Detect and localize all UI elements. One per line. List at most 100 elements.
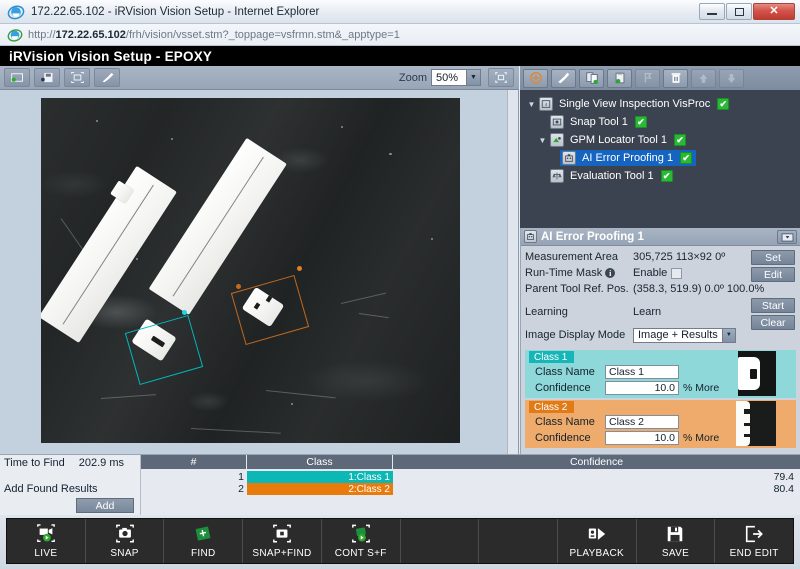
continuous-snap-find-icon (350, 523, 372, 545)
tree-item-snap-tool[interactable]: Snap Tool 1 ✔ (524, 113, 796, 131)
class-1-confidence-label: Confidence (535, 382, 605, 394)
measurement-area-set-button[interactable]: Set (751, 250, 795, 265)
info-icon[interactable]: i (605, 268, 615, 278)
maximize-button[interactable] (726, 3, 752, 20)
parent-tool-ref-pos-label: Parent Tool Ref. Pos. (525, 283, 633, 295)
result-index: 1 (141, 471, 247, 483)
end-edit-button[interactable]: END EDIT (715, 519, 793, 563)
image-pane[interactable] (0, 90, 519, 454)
svg-text:4: 4 (545, 102, 548, 107)
edit-tool-button[interactable] (551, 69, 576, 88)
eyedropper-button[interactable] (94, 68, 120, 87)
results-panel: Time to Find 202.9 ms Add Found Results … (0, 454, 800, 515)
minimize-button[interactable] (699, 3, 725, 20)
image-display-mode-select[interactable]: Image + Results ▼ (633, 328, 736, 343)
tree-item-evaluation-tool[interactable]: Evaluation Tool 1 ✔ (524, 167, 796, 185)
learning-clear-button[interactable]: Clear (751, 315, 795, 330)
empty-button-1[interactable] (401, 519, 480, 563)
live-label: LIVE (34, 548, 57, 559)
table-row[interactable]: 1 1:Class 1 79.4 (141, 471, 800, 483)
address-url[interactable]: http://172.22.65.102/frh/vision/vsset.st… (28, 29, 400, 41)
snap-image-button[interactable] (4, 68, 30, 87)
enabled-check-icon[interactable]: ✔ (674, 134, 686, 146)
zoom-select[interactable]: 50% ▼ (431, 69, 481, 86)
enabled-check-icon[interactable]: ✔ (717, 98, 729, 110)
save-image-button[interactable] (34, 68, 60, 87)
flag-tool-button[interactable] (635, 69, 660, 88)
move-down-button[interactable] (719, 69, 744, 88)
paste-tool-button[interactable] (607, 69, 632, 88)
class-1-name-label: Class Name (535, 366, 605, 378)
vision-process-tree[interactable]: ▼ 4 Single View Inspection VisProc ✔ Sna… (520, 90, 800, 228)
column-header-class: Class (247, 455, 393, 469)
snap-tool-icon (550, 115, 564, 129)
move-up-button[interactable] (691, 69, 716, 88)
tree-item-label: Evaluation Tool 1 (570, 170, 654, 182)
close-icon: ✕ (769, 6, 778, 17)
time-to-find-label: Time to Find (4, 457, 65, 469)
class-2-box-handle-b (297, 266, 302, 271)
run-time-mask-text: Run-Time Mask (525, 267, 602, 279)
ai-error-proofing-icon (562, 151, 576, 165)
class-1-box-handle-a (182, 310, 187, 315)
gpm-locator-icon (550, 133, 564, 147)
image-pane-scrollbar[interactable] (507, 90, 518, 454)
learning-start-button[interactable]: Start (751, 298, 795, 313)
cont-snap-find-button[interactable]: CONT S+F (322, 519, 401, 563)
address-bar[interactable]: http://172.22.65.102/frh/vision/vsset.st… (0, 24, 800, 46)
save-button[interactable]: SAVE (637, 519, 716, 563)
snap-find-button[interactable]: SNAP+FIND (243, 519, 322, 563)
tree-item-visproc[interactable]: ▼ 4 Single View Inspection VisProc ✔ (524, 95, 796, 113)
tree-item-gpm-locator[interactable]: ▼ GPM Locator Tool 1 ✔ (524, 131, 796, 149)
delete-tool-button[interactable] (663, 69, 688, 88)
zoom-label: Zoom (399, 72, 427, 84)
table-row[interactable]: 2 2:Class 2 80.4 (141, 483, 800, 495)
enabled-check-icon[interactable]: ✔ (635, 116, 647, 128)
copy-tool-button[interactable] (579, 69, 604, 88)
results-table[interactable]: # Class Confidence 1 1:Class 1 79.4 2 2:… (141, 455, 800, 516)
close-button[interactable]: ✕ (753, 3, 795, 20)
properties-body: Measurement Area 305,725 113×92 0º Set R… (521, 246, 800, 448)
live-button[interactable]: LIVE (7, 519, 86, 563)
class-1-thumbnail (722, 351, 792, 396)
fit-image-button[interactable] (64, 68, 90, 87)
enable-label: Enable (633, 267, 667, 279)
class-1-confidence-input[interactable]: 10.0 (605, 381, 679, 395)
class-2-confidence-input[interactable]: 10.0 (605, 431, 679, 445)
chevron-down-icon[interactable]: ▼ (526, 100, 537, 109)
result-confidence: 80.4 (393, 483, 800, 495)
add-button[interactable]: Add (76, 498, 134, 513)
snap-button[interactable]: SNAP (86, 519, 165, 563)
class-1-fields: Class Name Class 1 Confidence 10.0 % Mor… (535, 364, 719, 396)
empty-button-2[interactable] (479, 519, 558, 563)
snap-label: SNAP (110, 548, 138, 559)
fit-to-window-button[interactable] (488, 68, 514, 87)
tree-item-ai-error-proofing[interactable]: AI Error Proofing 1 ✔ (524, 149, 796, 167)
find-label: FIND (191, 548, 216, 559)
add-tool-button[interactable] (523, 69, 548, 88)
properties-title: AI Error Proofing 1 (541, 231, 777, 243)
url-path: /frh/vision/vsset.stm?_toppage=vsfrmn.st… (126, 29, 400, 41)
enabled-check-icon[interactable]: ✔ (680, 152, 692, 164)
properties-title-bar: AI Error Proofing 1 (521, 228, 800, 246)
cont-snap-find-label: CONT S+F (335, 548, 387, 559)
properties-panel: AI Error Proofing 1 Measurement Area 305… (520, 228, 800, 454)
run-time-mask-checkbox[interactable] (671, 268, 682, 279)
tree-toolbar (520, 66, 800, 90)
vision-image-canvas[interactable] (41, 98, 460, 443)
column-header-num: # (141, 455, 247, 469)
parent-tool-ref-pos-row: Parent Tool Ref. Pos. (358.3, 519.9) 0.0… (525, 281, 796, 297)
enabled-check-icon[interactable]: ✔ (661, 170, 673, 182)
chevron-down-icon[interactable]: ▼ (537, 136, 548, 145)
edit-tool-icon (556, 71, 571, 85)
find-button[interactable]: FIND (164, 519, 243, 563)
class-2-confidence-suffix: % More (683, 432, 719, 444)
result-class: 1:Class 1 (247, 471, 393, 483)
playback-button[interactable]: PLAYBACK (558, 519, 637, 563)
class-2-confidence-label: Confidence (535, 432, 605, 444)
class-1-name-input[interactable]: Class 1 (605, 365, 679, 379)
popout-button[interactable] (777, 230, 797, 244)
run-time-mask-edit-button[interactable]: Edit (751, 267, 795, 282)
class-2-name-input[interactable]: Class 2 (605, 415, 679, 429)
class-2-thumbnail (722, 401, 792, 446)
